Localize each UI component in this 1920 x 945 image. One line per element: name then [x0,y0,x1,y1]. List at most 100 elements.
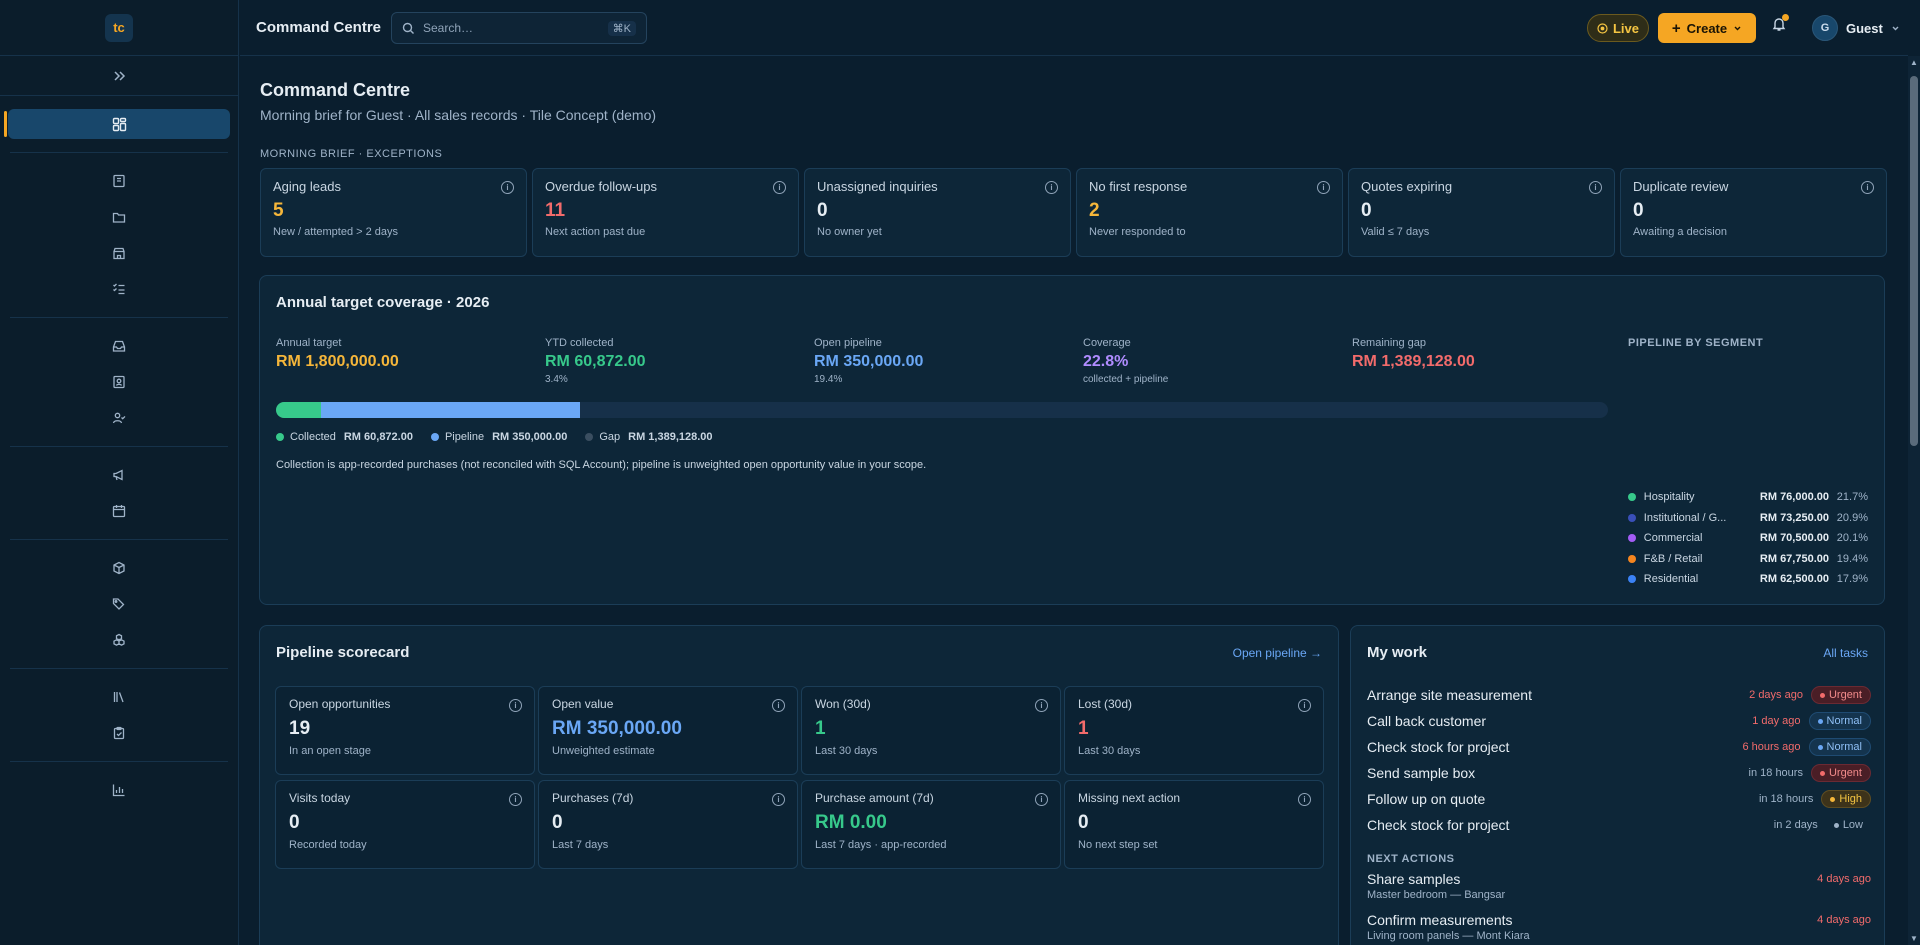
task-row[interactable]: Check stock for project 6 hours ago Normal [1367,736,1871,758]
contact-card-icon [113,375,125,389]
sidebar-item-calendar[interactable] [8,496,230,526]
all-tasks-link[interactable]: All tasks [1823,646,1868,660]
sidebar-item-pricing[interactable] [8,589,230,619]
active-nav-marker [4,111,7,137]
sidebar-item-inbox[interactable] [8,331,230,361]
scorecard-card[interactable]: Purchase amount (7d) RM 0.00 Last 7 days ·… [801,780,1061,869]
info-icon[interactable]: i [1317,181,1330,194]
sidebar-item-stores[interactable] [8,238,230,268]
sidebar-item-analytics[interactable] [8,775,230,805]
sidebar-item-contacts[interactable] [8,367,230,397]
exception-card[interactable]: Quotes expiring 0 Valid ≤ 7 days i [1348,168,1615,257]
info-icon[interactable]: i [509,793,522,806]
sidebar-divider [10,761,228,762]
chevron-down-icon [1734,26,1741,30]
card-value: 1 [815,718,826,739]
sidebar-item-campaigns[interactable] [8,460,230,490]
info-icon[interactable]: i [509,699,522,712]
user-menu[interactable]: G Guest [1812,15,1900,41]
card-label: Purchase amount (7d) [815,791,934,805]
kpi-sub: 3.4% [545,374,568,385]
sidebar-item-dashboard[interactable] [8,109,230,139]
create-button[interactable]: + Create [1658,13,1756,43]
exception-card[interactable]: Aging leads 5 New / attempted > 2 days i [260,168,527,257]
info-icon[interactable]: i [1298,699,1311,712]
task-row[interactable]: Send sample box in 18 hours Urgent [1367,762,1871,784]
priority-dot [1817,718,1823,724]
scroll-thumb[interactable] [1910,76,1918,446]
scroll-up-arrow[interactable]: ▲ [1909,58,1919,67]
card-sub: No next step set [1078,839,1158,851]
list-checks-icon [113,283,125,295]
open-pipeline-link[interactable]: Open pipeline → [1233,646,1322,660]
segment-value: RM 62,500.00 [1759,573,1830,585]
sidebar-item-tasks[interactable] [8,718,230,748]
segment-value: RM 70,500.00 [1759,532,1830,544]
task-time: 6 hours ago [1742,741,1801,753]
segment-row: Hospitality RM 76,000.00 21.7% [1628,488,1868,506]
scorecard-card[interactable]: Visits today 0 Recorded today i [275,780,535,869]
sidebar-expand-toggle[interactable] [0,56,238,96]
chevrons-right-icon [114,70,126,81]
kpi-label: Annual target [276,337,342,349]
exception-card[interactable]: Unassigned inquiries 0 No owner yet i [804,168,1071,257]
priority-dot [1830,796,1836,802]
info-icon[interactable]: i [1035,793,1048,806]
scorecard-card[interactable]: Open opportunities 19 In an open stage i [275,686,535,775]
sidebar-item-collections[interactable] [8,625,230,655]
card-label: Overdue follow-ups [545,179,657,194]
segment-name: Hospitality [1643,491,1695,503]
sidebar-item-reports[interactable] [8,166,230,196]
legend-dot [430,433,439,442]
app-logo[interactable]: tc [105,13,133,42]
info-icon[interactable]: i [1045,181,1058,194]
notifications-button[interactable] [1771,14,1789,35]
app-title: Command Centre [256,19,382,36]
task-row[interactable]: Arrange site measurement 2 days ago Urgent [1367,684,1871,706]
next-action-title: Share samples [1367,871,1461,887]
card-value: 1 [1078,718,1089,739]
sidebar-item-assigned[interactable] [8,403,230,433]
search-input[interactable]: Search… ⌘K [391,12,647,44]
sidebar-item-projects[interactable] [8,202,230,232]
priority-badge: Urgent [1810,764,1871,782]
live-toggle-button[interactable]: Live [1587,14,1649,42]
info-icon[interactable]: i [772,793,785,806]
scorecard-card[interactable]: Won (30d) 1 Last 30 days i [801,686,1061,775]
top-bar: Command Centre Search… ⌘K Live + Create … [240,0,1908,56]
legend-dot [585,433,594,442]
exception-card[interactable]: Overdue follow-ups 11 Next action past due… [532,168,799,257]
legend-value: RM 350,000.00 [492,431,568,443]
info-icon[interactable]: i [501,181,514,194]
scorecard-card[interactable]: Purchases (7d) 0 Last 7 days i [538,780,798,869]
scorecard-card[interactable]: Missing next action 0 No next step set i [1064,780,1324,869]
next-action-item[interactable]: Share samples Master bedroom — Bangsar 4 d… [1367,871,1871,901]
bar-chart-icon [112,784,125,797]
sidebar-item-products[interactable] [8,553,230,583]
card-value: RM 350,000.00 [552,718,682,739]
inbox-icon [112,340,126,352]
task-row[interactable]: Follow up on quote in 18 hours High [1367,788,1871,810]
segment-value: RM 67,750.00 [1759,552,1830,565]
info-icon[interactable]: i [773,181,786,194]
info-icon[interactable]: i [1035,699,1048,712]
info-icon[interactable]: i [1861,181,1874,194]
task-row[interactable]: Check stock for project in 2 days Low [1367,814,1871,836]
info-icon[interactable]: i [772,699,785,712]
exception-card[interactable]: No first response 2 Never responded to i [1076,168,1343,257]
sidebar-item-library[interactable] [8,682,230,712]
priority-dot [1819,770,1825,776]
package-icon [113,561,125,575]
page-scrollbar[interactable]: ▲ ▼ [1908,56,1920,945]
info-icon[interactable]: i [1589,181,1602,194]
task-row[interactable]: Call back customer 1 day ago Normal [1367,710,1871,732]
card-value: 2 [1089,200,1100,221]
scroll-down-arrow[interactable]: ▼ [1909,934,1919,943]
sidebar-item-checklist[interactable] [8,274,230,304]
exception-card[interactable]: Duplicate review 0 Awaiting a decision i [1620,168,1887,257]
info-icon[interactable]: i [1298,793,1311,806]
legend-dot [276,433,284,442]
next-action-item[interactable]: Confirm measurements Living room panels —… [1367,912,1871,942]
scorecard-card[interactable]: Open value RM 350,000.00 Unweighted estima… [538,686,798,775]
scorecard-card[interactable]: Lost (30d) 1 Last 30 days i [1064,686,1324,775]
